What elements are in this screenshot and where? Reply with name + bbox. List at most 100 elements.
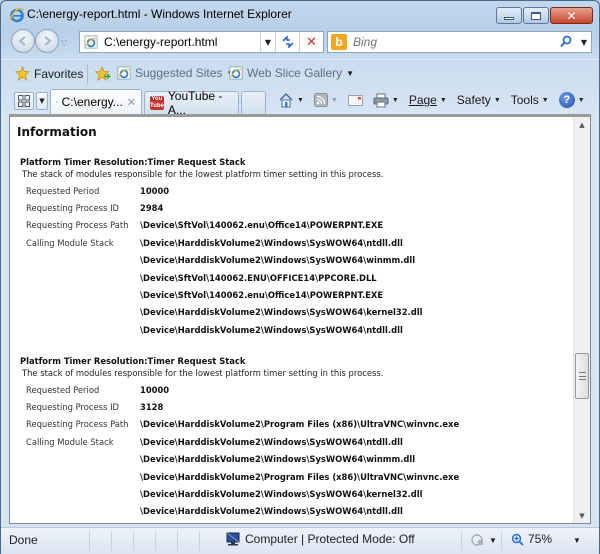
row-label: Calling Module Stack xyxy=(26,237,114,248)
zoom-dropdown-chevron-icon[interactable]: ▼ xyxy=(573,536,581,545)
table-row: \Device\HarddiskVolume2\Program Files (x… xyxy=(20,468,565,485)
close-button[interactable]: ✕ xyxy=(550,7,593,24)
table-row: \Device\HarddiskVolume2\Windows\SysWOW64… xyxy=(20,252,565,269)
web-slice-gallery-link[interactable]: Web Slice Gallery ▼ xyxy=(229,66,354,80)
address-input[interactable] xyxy=(104,35,254,49)
back-button[interactable] xyxy=(11,29,35,53)
status-divider xyxy=(177,531,178,551)
stop-button[interactable]: ✕ xyxy=(299,32,323,52)
page-menu[interactable]: Page ▼ xyxy=(404,89,452,111)
row-label: Requesting Process Path xyxy=(26,419,129,430)
chevron-down-icon: ▼ xyxy=(346,68,355,78)
table-row: \Device\SftVol\140062.enu\Office14\POWER… xyxy=(20,286,565,303)
suggested-sites-link[interactable]: Suggested Sites ▼ xyxy=(117,66,234,80)
section-description: The stack of modules responsible for the… xyxy=(22,169,384,179)
tab-label: C:\energy... xyxy=(61,95,123,109)
scroll-down-arrow-icon[interactable]: ▼ xyxy=(574,508,590,523)
title-bar: C:\energy-report.html - Windows Internet… xyxy=(1,1,599,27)
print-button[interactable]: ▼ xyxy=(368,89,404,111)
help-menu[interactable]: ? ▼ xyxy=(554,89,590,111)
home-button[interactable]: ▼ xyxy=(273,89,309,111)
page-heading: Information xyxy=(17,125,97,139)
row-value: \Device\HarddiskVolume2\Windows\SysWOW64… xyxy=(140,436,403,447)
status-bar: Done Computer | Protected Mode: Off ▼ 75… xyxy=(1,527,599,554)
lock-globe-icon xyxy=(471,534,483,546)
row-value: 2984 xyxy=(140,203,164,214)
command-bar: ▼ ▼ ▼ Page ▼ Safety ▼ Tools ▼ ? ▼ xyxy=(273,89,590,111)
chevron-down-icon: ▼ xyxy=(297,96,304,104)
page-menu-label: Page xyxy=(408,93,437,107)
scroll-up-arrow-icon[interactable]: ▲ xyxy=(574,117,590,133)
search-options-dropdown[interactable]: ▼ xyxy=(581,38,587,47)
row-value: \Device\HarddiskVolume2\Windows\SysWOW64… xyxy=(140,307,423,318)
row-value: \Device\HarddiskVolume2\Program Files (x… xyxy=(140,419,460,430)
table-row: \Device\HarddiskVolume2\Windows\SysWOW64… xyxy=(20,304,565,321)
tab-youtube[interactable]: You Tube YouTube - A... xyxy=(144,89,239,117)
zoom-level-button[interactable]: 75% xyxy=(511,532,552,546)
rss-feed-icon xyxy=(313,93,328,107)
ie-window: C:\energy-report.html - Windows Internet… xyxy=(0,0,600,554)
row-value: 3128 xyxy=(140,402,164,413)
quick-tabs-button[interactable] xyxy=(14,92,34,110)
tools-menu-label: Tools xyxy=(510,93,539,107)
address-dropdown-button[interactable]: ▼ xyxy=(261,32,275,52)
forward-button[interactable] xyxy=(35,29,59,53)
chevron-down-icon: ▼ xyxy=(391,96,399,104)
favorites-bar: Favorites Suggested Sites ▼ Web S xyxy=(1,59,599,87)
feeds-button[interactable]: ▼ xyxy=(309,89,343,111)
protected-mode-button[interactable]: ▼ xyxy=(471,533,497,547)
favorites-separator xyxy=(87,64,88,84)
row-value: \Device\HarddiskVolume2\Windows\SysWOW64… xyxy=(140,237,403,248)
read-mail-button[interactable] xyxy=(343,89,368,111)
suggested-sites-label: Suggested Sites xyxy=(135,66,223,80)
close-tab-icon[interactable]: ✕ xyxy=(127,96,136,109)
recent-pages-dropdown[interactable]: ▽ xyxy=(61,38,67,47)
favorites-button[interactable]: Favorites xyxy=(15,66,83,81)
search-input[interactable] xyxy=(353,35,553,49)
ie-page-icon xyxy=(229,66,243,80)
refresh-button[interactable] xyxy=(275,32,299,52)
window-title: C:\energy-report.html - Windows Internet… xyxy=(27,7,292,21)
scrollbar-thumb[interactable] xyxy=(575,353,589,399)
table-row: Requesting Process ID 2984 xyxy=(20,199,565,216)
chevron-down-icon: ▼ xyxy=(493,96,501,104)
printer-icon xyxy=(373,93,389,107)
table-row: Requesting Process Path \Device\SftVol\14… xyxy=(20,217,565,234)
ie-logo-icon xyxy=(56,101,58,103)
vertical-scrollbar[interactable]: ▲ ▼ xyxy=(573,117,590,523)
tools-menu[interactable]: Tools ▼ xyxy=(506,89,554,111)
row-value: \Device\SftVol\140062.ENU\OFFICE14\PPCOR… xyxy=(140,272,377,283)
security-zone[interactable]: Computer | Protected Mode: Off xyxy=(225,532,415,546)
minimize-button[interactable] xyxy=(496,7,522,24)
row-value: \Device\SftVol\140062.enu\Office14\POWER… xyxy=(140,290,384,301)
table-row: Requesting Process Path \Device\HarddiskV… xyxy=(20,416,565,433)
back-arrow-icon xyxy=(18,36,26,46)
status-divider xyxy=(111,531,112,551)
timer-request-section: Platform Timer Resolution:Timer Request … xyxy=(20,356,565,520)
page-icon xyxy=(84,35,98,49)
maximize-button[interactable] xyxy=(523,7,549,24)
favorites-star-icon xyxy=(15,66,30,81)
table-row: \Device\HarddiskVolume2\Windows\SysWOW64… xyxy=(20,485,565,502)
tab-list-dropdown[interactable]: ▼ xyxy=(36,92,48,110)
table-row: \Device\HarddiskVolume2\Windows\SysWOW64… xyxy=(20,451,565,468)
row-label: Requesting Process Path xyxy=(26,220,129,231)
web-slice-gallery-label: Web Slice Gallery xyxy=(247,66,343,80)
search-box: b ▼ xyxy=(327,31,592,53)
status-divider xyxy=(155,531,156,551)
status-divider xyxy=(133,531,134,551)
table-row: Calling Module Stack \Device\HarddiskVolu… xyxy=(20,433,565,450)
safety-menu[interactable]: Safety ▼ xyxy=(452,89,506,111)
tab-energy-report[interactable]: C:\energy... ✕ xyxy=(50,89,142,114)
tab-strip: ▼ C:\energy... ✕ YouTube YouTube - A... xyxy=(1,87,599,117)
search-icon[interactable] xyxy=(559,35,573,49)
ie-logo-icon xyxy=(9,7,25,23)
new-tab-button[interactable] xyxy=(241,91,266,114)
add-to-favorites-bar-button[interactable] xyxy=(95,66,111,81)
maximize-icon xyxy=(531,11,541,20)
youtube-icon: You Tube xyxy=(150,96,164,110)
favorites-label: Favorites xyxy=(34,66,84,81)
row-value: \Device\HarddiskVolume2\Program Files (x… xyxy=(140,471,460,482)
row-label: Calling Module Stack xyxy=(26,436,114,447)
status-divider xyxy=(461,531,462,551)
